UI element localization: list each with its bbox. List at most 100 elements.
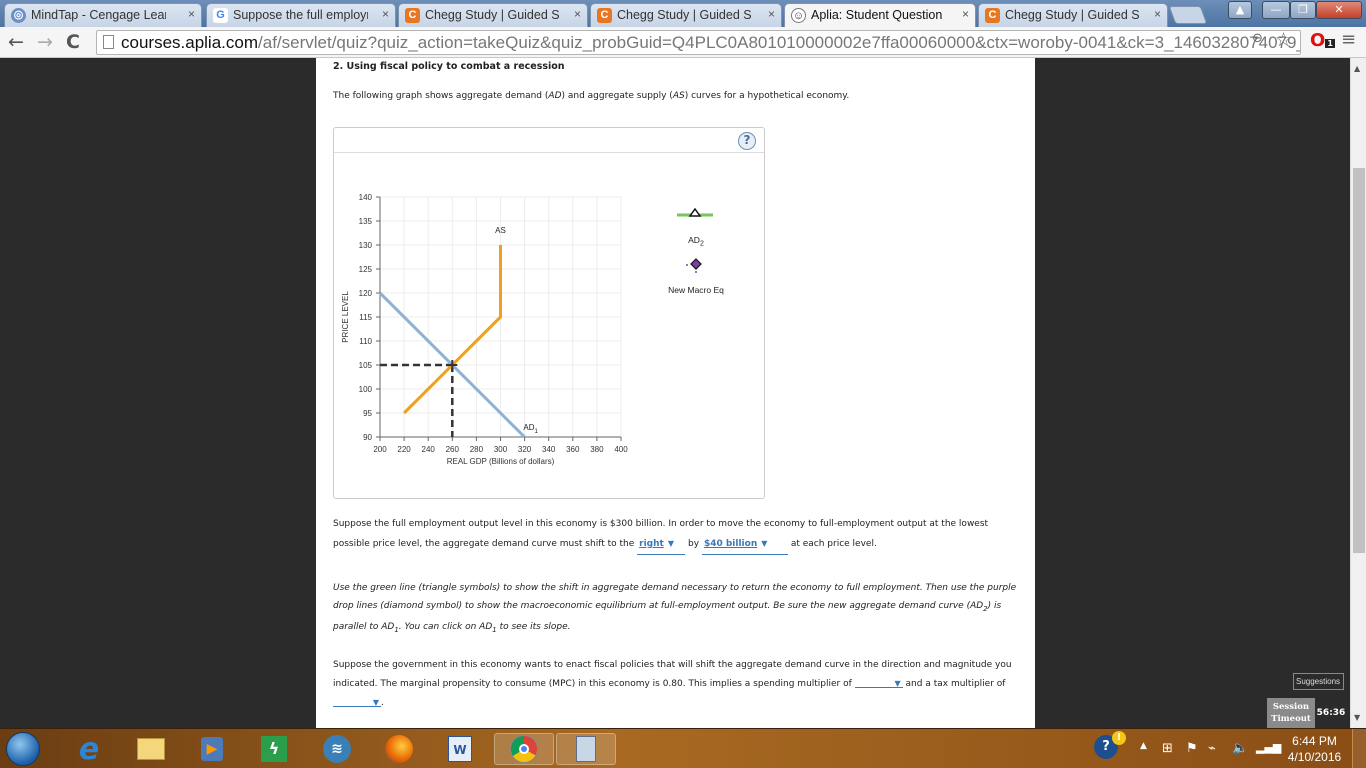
para3-post: and a tax multiplier of bbox=[905, 679, 1006, 689]
dropdown-caret-icon: ▼ bbox=[761, 539, 768, 548]
x-tick-label: 340 bbox=[542, 445, 556, 454]
maximize-button[interactable]: ❐ bbox=[1290, 1, 1316, 19]
ad2-legend-label: AD2 bbox=[679, 235, 713, 248]
tax-multiplier-dropdown[interactable]: ▼ bbox=[333, 695, 381, 707]
x-axis-label: REAL GDP (Billions of dollars) bbox=[447, 457, 555, 466]
para3-end: . bbox=[381, 698, 384, 708]
start-button[interactable] bbox=[6, 732, 40, 766]
chrome-menu-icon[interactable]: ≡ bbox=[1341, 29, 1356, 50]
para3-line1: Suppose the government in this economy w… bbox=[333, 660, 1012, 670]
session-label-2: Timeout bbox=[1271, 714, 1311, 724]
calculator-icon[interactable] bbox=[556, 733, 616, 765]
tab-mindtap[interactable]: ◎ MindTap - Cengage Learn × bbox=[4, 3, 202, 27]
file-explorer-icon[interactable] bbox=[134, 733, 168, 765]
windows-flag-icon[interactable]: ⊞ bbox=[1162, 741, 1173, 756]
clock-date: 4/10/2016 bbox=[1287, 750, 1342, 764]
para2-post: ) is bbox=[987, 601, 1002, 611]
close-window-button[interactable]: ✕ bbox=[1316, 1, 1362, 19]
macro-eq-legend-label: New Macro Eq bbox=[668, 285, 724, 295]
x-tick-label: 320 bbox=[518, 445, 532, 454]
chegg-icon: C bbox=[985, 8, 1000, 23]
drop-dot bbox=[686, 264, 688, 266]
forward-button[interactable]: → bbox=[37, 31, 53, 53]
x-tick-label: 200 bbox=[373, 445, 387, 454]
tab-label: Chegg Study | Guided Sol bbox=[425, 8, 560, 22]
y-axis-label: PRICE LEVEL bbox=[341, 291, 350, 343]
url-host: courses.aplia.com bbox=[121, 33, 259, 52]
para3-line3: ▼. bbox=[333, 694, 384, 713]
para2-b: . You can click on AD bbox=[398, 622, 493, 632]
suggestions-button[interactable]: Suggestions bbox=[1293, 673, 1344, 690]
tab-strip: ◎ MindTap - Cengage Learn × G Suppose th… bbox=[0, 0, 1366, 27]
direction-dropdown[interactable]: right ▼ bbox=[637, 534, 686, 555]
extension-icon[interactable]: O1 bbox=[1310, 30, 1335, 51]
session-timer: 56:36 bbox=[1315, 698, 1347, 728]
volume-muted-icon[interactable]: 🔈 bbox=[1232, 741, 1248, 756]
zoom-icon[interactable]: ⊖ bbox=[1252, 31, 1263, 46]
para1-line2: possible price level, the aggregate dema… bbox=[333, 534, 877, 555]
series-as-label: AS bbox=[495, 226, 506, 235]
google-icon: G bbox=[213, 8, 228, 23]
media-player-icon[interactable]: ▶ bbox=[195, 733, 229, 765]
address-bar[interactable]: courses.aplia.com/af/servlet/quiz?quiz_a… bbox=[96, 30, 1301, 55]
tab-aplia[interactable]: ☺ Aplia: Student Question × bbox=[784, 3, 976, 27]
internet-explorer-icon[interactable]: e bbox=[72, 732, 106, 767]
ad2-legend-swatch bbox=[677, 207, 713, 217]
close-icon[interactable]: × bbox=[382, 7, 389, 21]
intro-text: The following graph shows aggregate dema… bbox=[333, 87, 849, 106]
tab-label: Suppose the full employm bbox=[233, 8, 368, 22]
tab-label: Chegg Study | Guided Sol bbox=[1005, 8, 1140, 22]
minimize-button[interactable]: — bbox=[1262, 1, 1290, 19]
action-flag-icon[interactable]: ⚑ bbox=[1186, 741, 1198, 756]
close-icon[interactable]: × bbox=[962, 7, 969, 21]
reload-button[interactable]: C bbox=[66, 31, 80, 53]
back-button[interactable]: ← bbox=[8, 31, 24, 53]
dropdown-caret-icon: ▼ bbox=[372, 698, 379, 707]
spending-multiplier-dropdown[interactable]: ▼ bbox=[854, 676, 903, 688]
new-tab-button[interactable] bbox=[1168, 6, 1208, 24]
y-tick-label: 125 bbox=[359, 265, 373, 274]
chrome-icon[interactable] bbox=[494, 733, 554, 765]
x-tick-label: 240 bbox=[422, 445, 436, 454]
show-hidden-icons[interactable]: ▲ bbox=[1140, 741, 1147, 751]
windows-taskbar: e ▶ ϟ ≋ W ? ! ▲ ⊞ ⚑ ⌁ 🔈 ▂▄▆ 6:44 PM 4/10… bbox=[0, 728, 1366, 768]
bookmark-star-icon[interactable]: ☆ bbox=[1275, 29, 1292, 51]
profile-button[interactable]: ▲ bbox=[1228, 1, 1252, 19]
close-icon[interactable]: × bbox=[1154, 7, 1161, 21]
ad-as-chart[interactable]: 200 220 240 260 280 300 320 340 360 380 400 90 95 100… bbox=[334, 128, 766, 500]
diamond-legend-swatch bbox=[686, 258, 702, 273]
x-tick-label: 360 bbox=[566, 445, 580, 454]
para1-line1: Suppose the full employment output level… bbox=[333, 519, 989, 529]
direction-value: right bbox=[639, 539, 664, 549]
power-icon[interactable]: ⌁ bbox=[1208, 741, 1216, 756]
tab-google-search[interactable]: G Suppose the full employm × bbox=[206, 3, 396, 27]
ad2-tool[interactable] bbox=[676, 203, 716, 217]
scrollbar-thumb[interactable] bbox=[1353, 168, 1365, 553]
firefox-icon[interactable] bbox=[382, 733, 416, 765]
para2-line1: Use the green line (triangle symbols) to… bbox=[333, 583, 1017, 593]
word-icon[interactable]: W bbox=[443, 733, 477, 765]
page-icon bbox=[103, 35, 114, 49]
tab-chegg-1[interactable]: C Chegg Study | Guided Sol × bbox=[398, 3, 588, 27]
intro-post: ) curves for a hypothetical economy. bbox=[684, 91, 850, 101]
amount-dropdown[interactable]: $40 billion ▼ bbox=[701, 534, 788, 555]
signal-strength-icon[interactable]: ▂▄▆ bbox=[1256, 741, 1281, 754]
wifi-app-icon[interactable]: ≋ bbox=[320, 733, 354, 765]
close-icon[interactable]: × bbox=[574, 7, 581, 21]
network-monitor-icon[interactable]: ϟ bbox=[257, 733, 291, 765]
system-clock[interactable]: 6:44 PM 4/10/2016 bbox=[1282, 733, 1347, 765]
tab-chegg-3[interactable]: C Chegg Study | Guided Sol × bbox=[978, 3, 1168, 27]
x-tick-label: 380 bbox=[590, 445, 604, 454]
ad-term: AD bbox=[548, 91, 562, 101]
scroll-up-arrow-icon[interactable]: ▲ bbox=[1354, 64, 1360, 73]
scroll-down-arrow-icon[interactable]: ▼ bbox=[1354, 713, 1360, 722]
tab-chegg-2[interactable]: C Chegg Study | Guided Sol × bbox=[590, 3, 782, 27]
vertical-scrollbar[interactable]: ▲ ▼ bbox=[1350, 58, 1366, 728]
macro-eq-tool[interactable] bbox=[684, 258, 704, 274]
show-desktop-button[interactable] bbox=[1352, 729, 1366, 768]
close-icon[interactable]: × bbox=[188, 7, 195, 21]
close-icon[interactable]: × bbox=[768, 7, 775, 21]
tab-label: Aplia: Student Question bbox=[811, 8, 943, 22]
y-tick-label: 115 bbox=[359, 313, 372, 322]
as-term: AS bbox=[672, 91, 685, 101]
